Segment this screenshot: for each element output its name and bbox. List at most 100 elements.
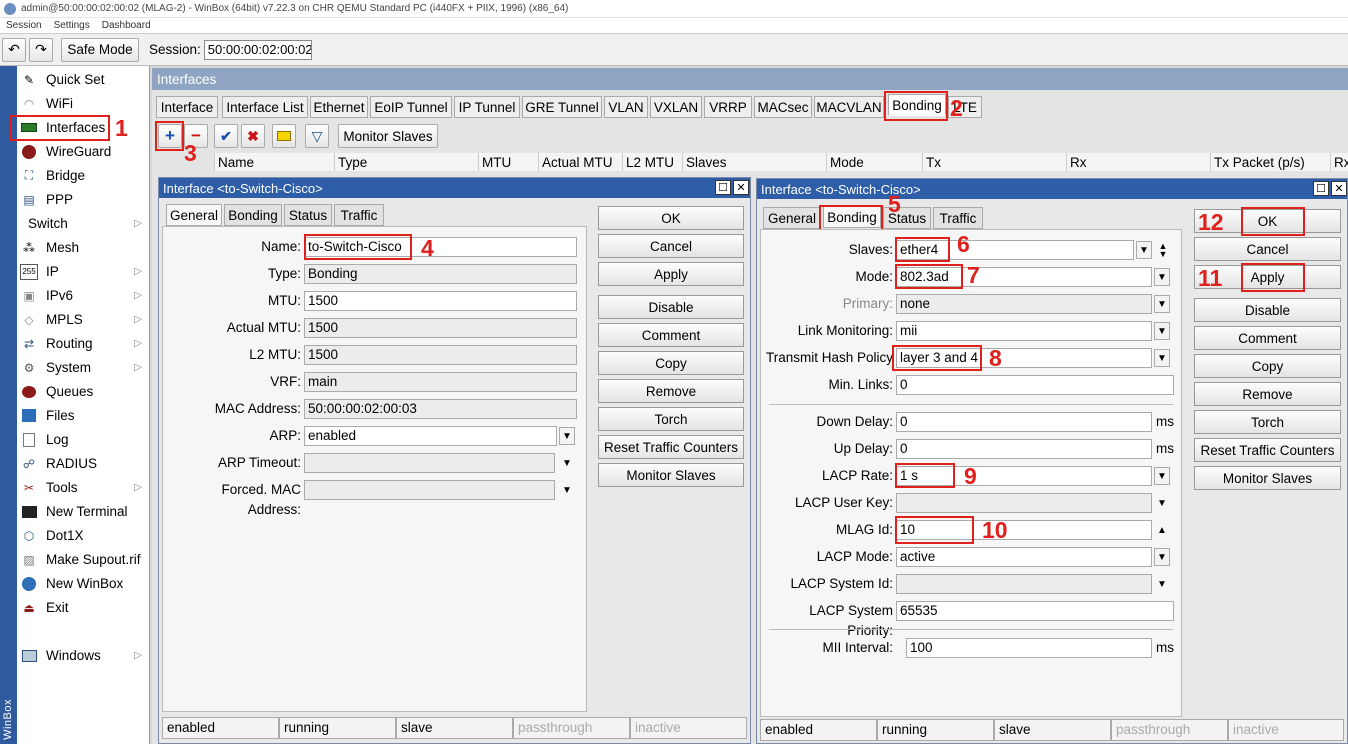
sidebar-item-interfaces[interactable]: Interfaces (18, 116, 148, 139)
comment-button[interactable]: Comment (1194, 326, 1341, 350)
sidebar-item-bridge[interactable]: ⛶ Bridge (18, 164, 148, 187)
sidebar-item-quick-set[interactable]: ✎ Quick Set (18, 68, 148, 91)
sidebar-item-ppp[interactable]: ▤ PPP (18, 188, 148, 211)
transmit-hash-policy-select[interactable]: layer 3 and 4 (896, 348, 1152, 368)
redo-icon[interactable]: ↷ (29, 37, 53, 62)
lacp-rate-select[interactable]: 1 s (896, 466, 1152, 486)
up-delay-input[interactable]: 0 (896, 439, 1152, 459)
maximize-icon[interactable]: ☐ (1313, 181, 1329, 196)
sidebar-item-exit[interactable]: ⏏ Exit (18, 596, 148, 619)
lacp-user-key-input[interactable] (896, 493, 1152, 513)
monitor-slaves-button[interactable]: Monitor Slaves (338, 124, 438, 148)
slaves-select[interactable]: ether4 (896, 240, 1134, 260)
comment-button[interactable]: Comment (598, 323, 744, 347)
sidebar-item-files[interactable]: Files (18, 404, 148, 427)
chevron-down-icon[interactable]: ▼ (1136, 241, 1152, 259)
tab-general[interactable]: General (166, 204, 222, 226)
column-tx-packet[interactable]: Tx Packet (p/s) (1210, 153, 1330, 171)
column-tx[interactable]: Tx (922, 153, 1066, 171)
copy-button[interactable]: Copy (598, 351, 744, 375)
tab-traffic[interactable]: Traffic (933, 207, 983, 229)
column-type[interactable]: Type (334, 153, 478, 171)
undo-icon[interactable]: ↶ (2, 37, 26, 62)
cancel-button[interactable]: Cancel (1194, 237, 1341, 261)
chevron-down-icon[interactable]: ▼ (1154, 268, 1170, 286)
lacp-system-priority-input[interactable]: 65535 (896, 601, 1174, 621)
close-icon[interactable]: ✕ (733, 180, 749, 195)
tab-vrrp[interactable]: VRRP (704, 96, 752, 118)
sidebar-item-make-supout[interactable]: ▨ Make Supout.rif (18, 548, 148, 571)
sidebar-item-windows[interactable]: Windows ▷ (18, 644, 148, 667)
forced-mac-input[interactable] (304, 480, 555, 500)
sidebar-item-new-terminal[interactable]: New Terminal (18, 500, 148, 523)
chevron-down-icon[interactable]: ▼ (1154, 295, 1170, 313)
min-links-input[interactable]: 0 (896, 375, 1174, 395)
disable-x-icon[interactable]: ✖ (241, 124, 265, 148)
disable-button[interactable]: Disable (1194, 298, 1341, 322)
expand-down-icon[interactable]: ▼ (1154, 575, 1170, 593)
column-name[interactable]: Name (214, 153, 334, 171)
sidebar-item-log[interactable]: Log (18, 428, 148, 451)
remove-button[interactable]: Remove (1194, 382, 1341, 406)
column-slaves[interactable]: Slaves (682, 153, 826, 171)
arp-timeout-input[interactable] (304, 453, 555, 473)
column-l2-mtu[interactable]: L2 MTU (622, 153, 682, 171)
sidebar-item-routing[interactable]: ⇄ Routing ▷ (18, 332, 148, 355)
menu-session[interactable]: Session (6, 20, 42, 31)
tab-bonding[interactable]: Bonding (888, 94, 946, 116)
reset-traffic-counters-button[interactable]: Reset Traffic Counters (1194, 438, 1341, 462)
cancel-button[interactable]: Cancel (598, 234, 744, 258)
mii-interval-input[interactable]: 100 (906, 638, 1152, 658)
tab-interface-list[interactable]: Interface List (222, 96, 308, 118)
tab-general[interactable]: General (763, 207, 821, 229)
sidebar-item-system[interactable]: ⚙ System ▷ (18, 356, 148, 379)
lacp-system-id-input[interactable] (896, 574, 1152, 594)
add-icon[interactable]: + (158, 124, 182, 148)
torch-button[interactable]: Torch (598, 407, 744, 431)
column-actual-mtu[interactable]: Actual MTU (538, 153, 622, 171)
filter-icon[interactable]: ▽ (305, 124, 329, 148)
chevron-down-icon[interactable]: ▼ (559, 427, 575, 445)
disable-button[interactable]: Disable (598, 295, 744, 319)
name-input[interactable]: to-Switch-Cisco (304, 237, 577, 257)
down-delay-input[interactable]: 0 (896, 412, 1152, 432)
sidebar-item-wireguard[interactable]: WireGuard (18, 140, 148, 163)
tab-bonding[interactable]: Bonding (823, 206, 881, 228)
link-monitoring-select[interactable]: mii (896, 321, 1152, 341)
column-mode[interactable]: Mode (826, 153, 922, 171)
torch-button[interactable]: Torch (1194, 410, 1341, 434)
sidebar-item-new-winbox[interactable]: New WinBox (18, 572, 148, 595)
mode-select[interactable]: 802.3ad (896, 267, 1152, 287)
sidebar-item-radius[interactable]: ☍ RADIUS (18, 452, 148, 475)
tab-status[interactable]: Status (284, 204, 332, 226)
reset-traffic-counters-button[interactable]: Reset Traffic Counters (598, 435, 744, 459)
tab-ethernet[interactable]: Ethernet (310, 96, 368, 118)
tab-macvlan[interactable]: MACVLAN (814, 96, 884, 118)
sidebar-item-mesh[interactable]: ⁂ Mesh (18, 236, 148, 259)
sidebar-item-queues[interactable]: Queues (18, 380, 148, 403)
arp-select[interactable]: enabled (304, 426, 557, 446)
chevron-down-icon[interactable]: ▼ (1154, 349, 1170, 367)
session-field[interactable]: 50:00:00:02:00:02 (203, 39, 312, 60)
mlag-id-input[interactable]: 10 (896, 520, 1152, 540)
sidebar-item-ipv6[interactable]: ▣ IPv6 ▷ (18, 284, 148, 307)
mtu-input[interactable]: 1500 (304, 291, 577, 311)
apply-button[interactable]: Apply (598, 262, 744, 286)
maximize-icon[interactable]: ☐ (715, 180, 731, 195)
sidebar-item-mpls[interactable]: ◇ MPLS ▷ (18, 308, 148, 331)
tab-bonding[interactable]: Bonding (224, 204, 282, 226)
close-icon[interactable]: ✕ (1331, 181, 1347, 196)
safe-mode-button[interactable]: Safe Mode (61, 37, 139, 62)
tab-traffic[interactable]: Traffic (334, 204, 384, 226)
menu-dashboard[interactable]: Dashboard (102, 20, 151, 31)
comment-icon[interactable] (272, 124, 296, 148)
monitor-slaves-button[interactable]: Monitor Slaves (1194, 466, 1341, 490)
column-rx[interactable]: Rx (1066, 153, 1210, 171)
sidebar-item-wifi[interactable]: ◠ WiFi (18, 92, 148, 115)
sidebar-item-ip[interactable]: 255 IP ▷ (18, 260, 148, 283)
ok-button[interactable]: OK (598, 206, 744, 230)
column-mtu[interactable]: MTU (478, 153, 538, 171)
lacp-mode-select[interactable]: active (896, 547, 1152, 567)
tab-gre-tunnel[interactable]: GRE Tunnel (522, 96, 602, 118)
expand-down-icon[interactable]: ▼ (559, 454, 575, 472)
